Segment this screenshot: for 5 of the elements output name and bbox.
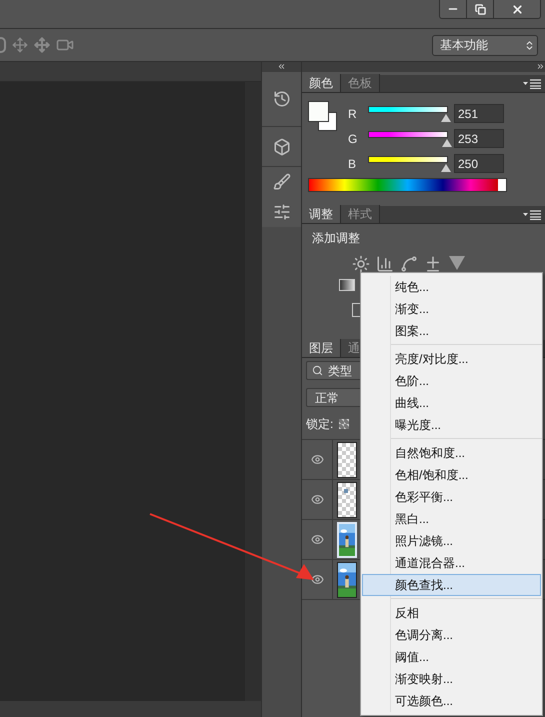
lock-label: 锁定: [306, 416, 334, 433]
channel-label: G [348, 130, 358, 148]
add-adjustment-heading: 添加调整 [312, 230, 361, 247]
channel-label: R [348, 106, 358, 122]
channel-label: B [348, 156, 358, 172]
